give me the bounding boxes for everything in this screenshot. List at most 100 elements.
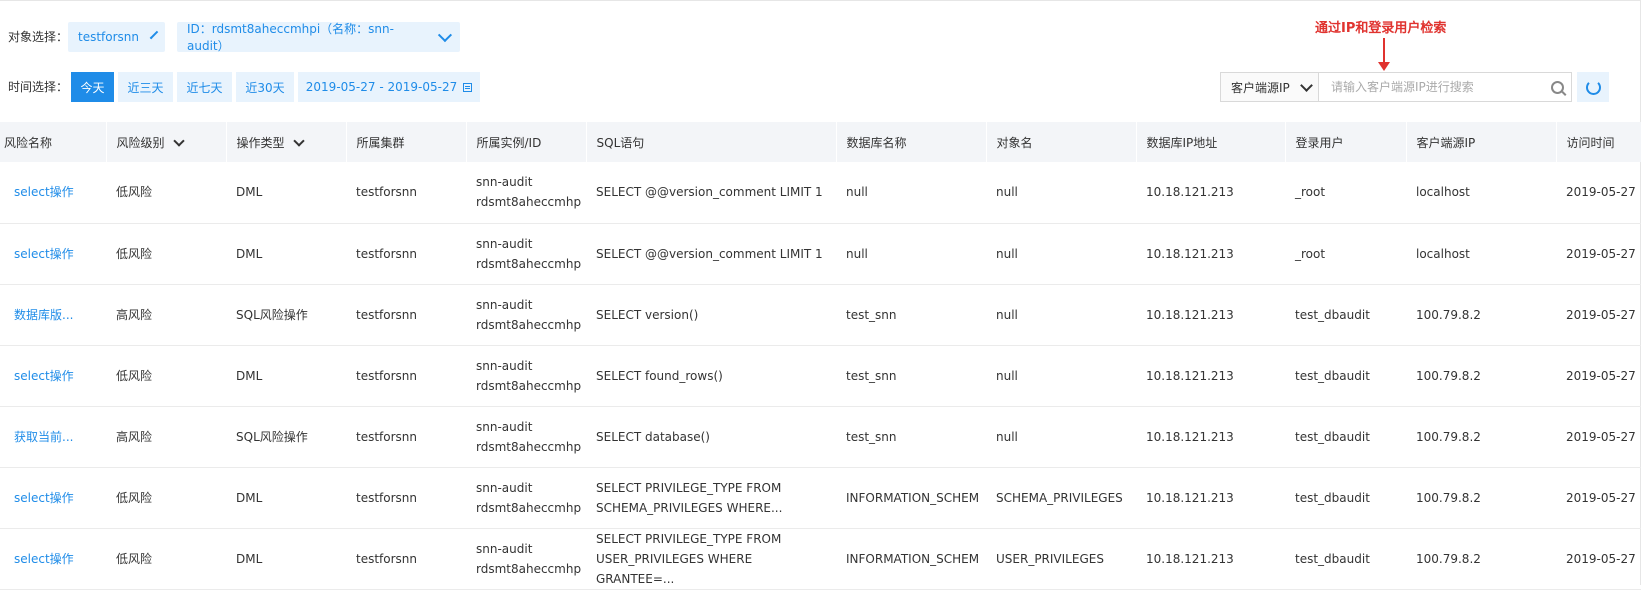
cell-db-name: INFORMATION_SCHEM bbox=[836, 528, 986, 590]
cell-op-type: DML bbox=[226, 162, 346, 224]
sql-line-1: SELECT found_rows() bbox=[596, 368, 723, 383]
header-risk-name: 风险名称 bbox=[0, 122, 107, 162]
cell-instance: snn-audit rdsmt8aheccmhp bbox=[466, 528, 586, 590]
sql-line-1: SELECT PRIVILEGE_TYPE FROM bbox=[596, 480, 782, 495]
cell-sql: SELECT version() bbox=[586, 284, 836, 346]
refresh-button[interactable] bbox=[1577, 72, 1609, 102]
table-row: select操作 低风险 DML testforsnn snn-audit rdsmt8a… bbox=[0, 528, 1641, 590]
cell-risk-level: 低风险 bbox=[106, 162, 226, 224]
cell-db-name: test_snn bbox=[836, 284, 986, 346]
instance-id: rdsmt8aheccmhp bbox=[476, 195, 582, 210]
cell-op-type: SQL风险操作 bbox=[226, 406, 346, 468]
time-tab-30days[interactable]: 近30天 bbox=[236, 72, 294, 102]
instance-id: rdsmt8aheccmhp bbox=[476, 439, 582, 454]
cell-risk-level: 低风险 bbox=[106, 528, 226, 590]
cell-login-user: _root bbox=[1285, 223, 1406, 285]
risk-name-link[interactable]: 获取当前... bbox=[14, 430, 73, 444]
chevron-down-icon bbox=[172, 134, 185, 147]
header-sql: SQL语句 bbox=[586, 122, 837, 162]
header-login-user: 登录用户 bbox=[1285, 122, 1407, 162]
table-row: 数据库版... 高风险 SQL风险操作 testforsnn snn-audit rdsm… bbox=[0, 284, 1641, 346]
cell-op-type: SQL风险操作 bbox=[226, 284, 346, 346]
date-range-value: 2019-05-27 - 2019-05-27 bbox=[305, 80, 458, 94]
time-tab-today[interactable]: 今天 bbox=[71, 72, 114, 102]
object-dropdown[interactable]: testforsnn bbox=[68, 22, 165, 52]
cell-object-name: null bbox=[986, 345, 1136, 407]
sql-line-1: SELECT @@version_comment LIMIT 1 bbox=[596, 246, 823, 261]
cell-db-ip: 10.18.121.213 bbox=[1136, 528, 1285, 590]
chevron-down-icon bbox=[1299, 78, 1313, 92]
risk-name-link[interactable]: select操作 bbox=[14, 247, 74, 261]
time-tab-3days[interactable]: 近三天 bbox=[118, 72, 173, 102]
header-risk-level[interactable]: 风险级别 bbox=[106, 122, 227, 162]
search-box bbox=[1319, 72, 1572, 102]
cell-op-type: DML bbox=[226, 467, 346, 529]
cell-cluster: testforsnn bbox=[346, 528, 466, 590]
instance-id: rdsmt8aheccmhp bbox=[476, 256, 582, 271]
cell-login-user: _root bbox=[1285, 162, 1406, 224]
cell-access-time: 2019-05-27 bbox=[1556, 223, 1641, 285]
cell-db-name: test_snn bbox=[836, 345, 986, 407]
search-icon[interactable] bbox=[1551, 80, 1564, 94]
header-cluster: 所属集群 bbox=[346, 122, 467, 162]
table-row: select操作 低风险 DML testforsnn snn-audit rdsmt8a… bbox=[0, 345, 1641, 407]
cell-client-ip: 100.79.8.2 bbox=[1406, 467, 1556, 529]
instance-name: snn-audit bbox=[476, 236, 533, 251]
instance-name: snn-audit bbox=[476, 480, 533, 495]
risk-name-link[interactable]: 数据库版... bbox=[14, 308, 73, 322]
cell-client-ip: 100.79.8.2 bbox=[1406, 406, 1556, 468]
instance-dropdown-value: ID：rdsmt8aheccmhpi（名称：snn-audit） bbox=[187, 22, 394, 53]
time-tab-7days[interactable]: 近七天 bbox=[177, 72, 232, 102]
chevron-down-icon bbox=[149, 30, 159, 40]
cell-cluster: testforsnn bbox=[346, 162, 466, 224]
annotation-arrow-head bbox=[1378, 62, 1390, 71]
header-access-time: 访问时间 bbox=[1556, 122, 1641, 162]
cell-sql: SELECT @@version_comment LIMIT 1 bbox=[586, 223, 836, 285]
cell-op-type: DML bbox=[226, 345, 346, 407]
instance-dropdown[interactable]: ID：rdsmt8aheccmhpi（名称：snn-audit） bbox=[177, 22, 460, 53]
cell-client-ip: localhost bbox=[1406, 223, 1556, 285]
cell-instance: snn-audit rdsmt8aheccmhp bbox=[466, 162, 586, 224]
risk-name-link[interactable]: select操作 bbox=[14, 185, 74, 199]
search-group: 客户端源IP bbox=[1220, 72, 1572, 102]
cell-risk-name: 获取当前... bbox=[0, 406, 106, 468]
instance-id: rdsmt8aheccmhp bbox=[476, 561, 582, 576]
sql-line-1: SELECT version() bbox=[596, 307, 699, 322]
instance-name: snn-audit bbox=[476, 175, 533, 190]
cell-risk-level: 高风险 bbox=[106, 284, 226, 346]
time-select-label: 时间选择： bbox=[8, 80, 69, 94]
search-input[interactable] bbox=[1329, 79, 1543, 95]
table-row: select操作 低风险 DML testforsnn snn-audit rdsmt8a… bbox=[0, 162, 1641, 224]
sql-line-1: SELECT PRIVILEGE_TYPE FROM bbox=[596, 531, 782, 546]
cell-db-name: INFORMATION_SCHEM bbox=[836, 467, 986, 529]
instance-id: rdsmt8aheccmhp bbox=[476, 317, 582, 332]
instance-name: snn-audit bbox=[476, 358, 533, 373]
cell-db-name: null bbox=[836, 223, 986, 285]
cell-client-ip: 100.79.8.2 bbox=[1406, 528, 1556, 590]
header-db-ip: 数据库IP地址 bbox=[1136, 122, 1286, 162]
cell-client-ip: localhost bbox=[1406, 162, 1556, 224]
cell-risk-name: select操作 bbox=[0, 528, 106, 590]
cell-op-type: DML bbox=[226, 528, 346, 590]
search-field-select[interactable]: 客户端源IP bbox=[1220, 72, 1319, 102]
search-annotation: 通过IP和登录用户检索 bbox=[1315, 21, 1447, 36]
calendar-icon bbox=[463, 82, 473, 92]
cell-sql: SELECT PRIVILEGE_TYPE FROM SCHEMA_PRIVILE… bbox=[586, 467, 836, 529]
header-object-name: 对象名 bbox=[986, 122, 1137, 162]
cell-access-time: 2019-05-27 bbox=[1556, 528, 1641, 590]
table-header-row: 风险名称 风险级别 操作类型 所属集群 所属实例/ID SQL语句 数据库名称 … bbox=[0, 122, 1641, 162]
cell-db-name: null bbox=[836, 162, 986, 224]
cell-sql: SELECT @@version_comment LIMIT 1 bbox=[586, 162, 836, 224]
cell-access-time: 2019-05-27 bbox=[1556, 284, 1641, 346]
risk-name-link[interactable]: select操作 bbox=[14, 369, 74, 383]
cell-access-time: 2019-05-27 bbox=[1556, 406, 1641, 468]
risk-name-link[interactable]: select操作 bbox=[14, 552, 74, 566]
cell-cluster: testforsnn bbox=[346, 345, 466, 407]
object-dropdown-value: testforsnn bbox=[78, 30, 140, 44]
cell-instance: snn-audit rdsmt8aheccmhp bbox=[466, 345, 586, 407]
header-db-name: 数据库名称 bbox=[836, 122, 987, 162]
date-range-picker[interactable]: 2019-05-27 - 2019-05-27 bbox=[298, 72, 480, 102]
header-op-type[interactable]: 操作类型 bbox=[226, 122, 347, 162]
risk-name-link[interactable]: select操作 bbox=[14, 491, 74, 505]
cell-instance: snn-audit rdsmt8aheccmhp bbox=[466, 284, 586, 346]
